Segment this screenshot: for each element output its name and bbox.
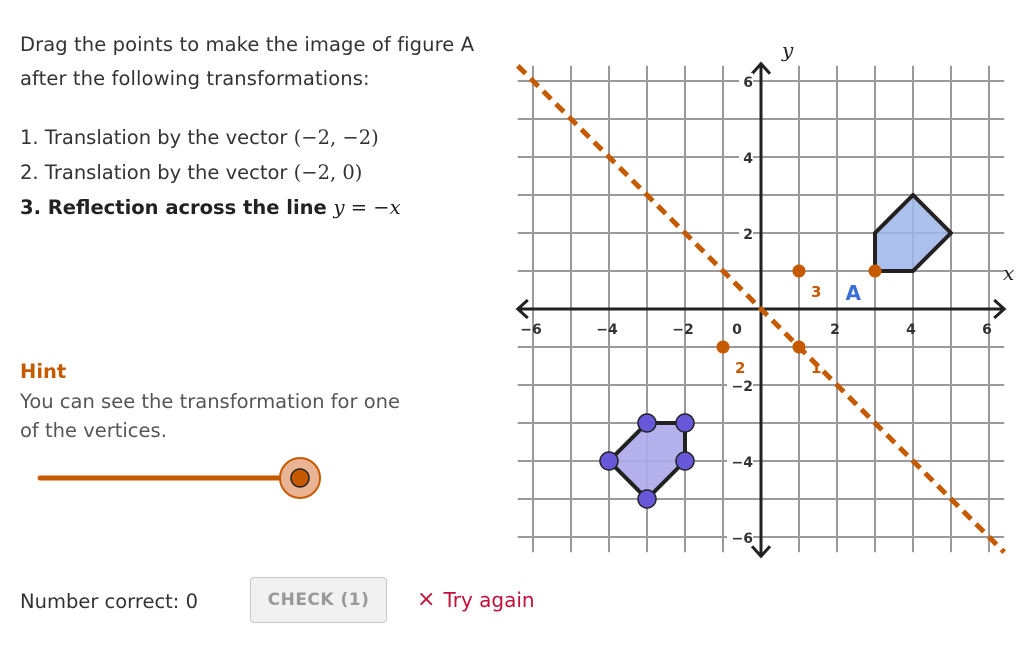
x-tick-label: 4 — [906, 322, 916, 338]
y-tick-label: −2 — [732, 379, 753, 395]
y-tick-label: 4 — [743, 151, 753, 167]
y-tick-label: 6 — [743, 75, 753, 91]
figure-a-label: A — [845, 281, 861, 305]
feedback-message: × Try again — [417, 588, 535, 612]
hint-point — [792, 264, 806, 278]
figure-a-polygon — [873, 193, 953, 273]
hint-point-label: 1 — [811, 359, 821, 377]
x-mark-icon: × — [417, 587, 436, 612]
x-tick-label: 2 — [830, 322, 840, 338]
draggable-vertex[interactable] — [637, 489, 657, 509]
y-tick-label: −4 — [732, 455, 754, 471]
hint-point-label: 2 — [735, 359, 745, 377]
figure-a: A — [845, 193, 953, 305]
y-tick-label: −6 — [732, 531, 753, 547]
hint-point — [792, 340, 806, 354]
draggable-vertex[interactable] — [675, 413, 695, 433]
hint-point — [716, 340, 730, 354]
x-tick-label: 6 — [982, 322, 992, 338]
check-button[interactable]: CHECK (1) — [250, 577, 387, 623]
x-tick-label: −6 — [520, 322, 541, 338]
x-tick-label: −2 — [672, 322, 693, 338]
image-polygon — [607, 421, 687, 501]
hint-point — [868, 264, 882, 278]
x-tick-label: −4 — [596, 322, 618, 338]
draggable-vertex[interactable] — [637, 413, 657, 433]
hint-point-label: 3 — [811, 283, 821, 301]
feedback-text: Try again — [443, 588, 535, 612]
y-tick-label: 2 — [743, 227, 753, 243]
draggable-vertex[interactable] — [675, 451, 695, 471]
x-tick-label: 0 — [732, 322, 742, 338]
draggable-vertex[interactable] — [599, 451, 619, 471]
x-axis-label: x — [1003, 261, 1014, 285]
score-label: Number correct: 0 — [20, 590, 198, 613]
image-figure[interactable] — [599, 413, 695, 509]
coordinate-plane[interactable]: −6 −4 −2 0 2 4 6 6 4 2 −2 −4 −6 A 1 2 3 x y — [0, 0, 1032, 645]
y-axis-label: y — [781, 38, 794, 62]
